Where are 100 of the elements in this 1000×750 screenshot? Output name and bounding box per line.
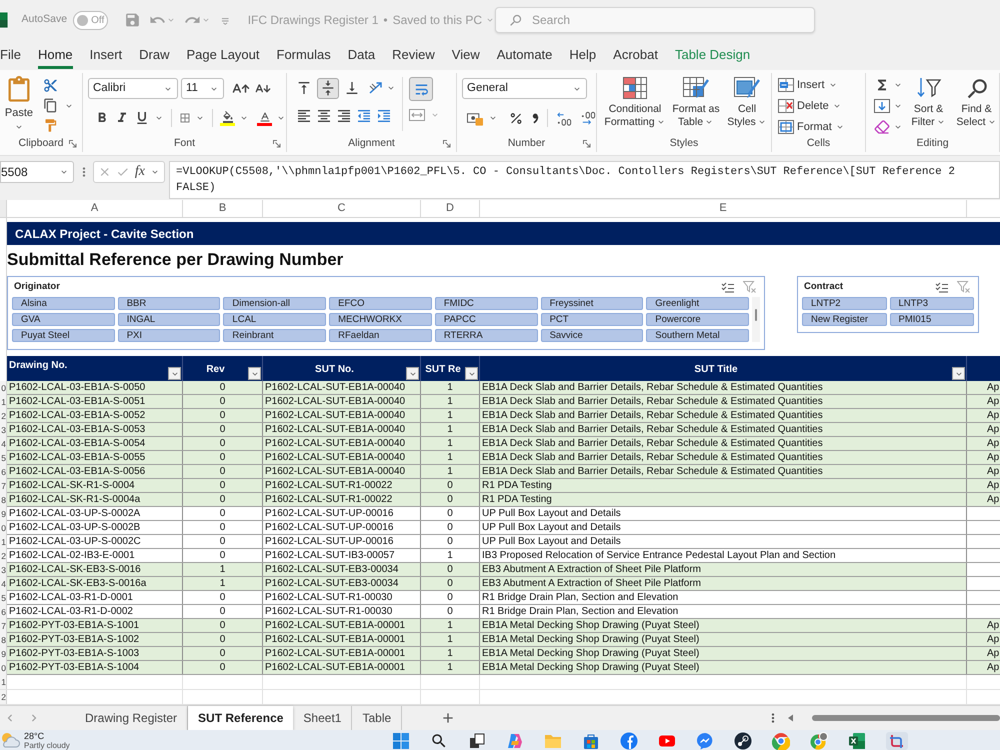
slicer-scrollbar[interactable] [752,297,760,342]
menu-tab[interactable]: Help [569,43,596,69]
filter-dropdown-button[interactable] [465,367,478,380]
dialog-launcher-icon[interactable] [69,140,78,148]
fill-color-icon[interactable] [220,110,235,126]
snipping-tool-icon[interactable] [886,732,908,750]
chat-bubble-icon[interactable] [696,732,714,750]
clear-filter-icon[interactable] [743,281,756,293]
slicer-item[interactable]: LNTP3 [890,297,974,310]
circle-logo-icon[interactable] [620,732,638,750]
menu-tab[interactable]: Draw [139,43,170,69]
save-icon[interactable] [124,11,142,29]
filter-dropdown-button[interactable] [406,367,419,380]
eraser-icon[interactable] [874,119,890,135]
sheet-tab[interactable]: SUT Reference [188,706,294,730]
slicer-item[interactable]: FMIDC [434,297,538,310]
font-color-icon[interactable] [257,110,272,126]
search-icon[interactable] [430,732,448,750]
dialog-launcher-icon[interactable] [273,140,282,148]
horizontal-scrollbar[interactable] [786,713,1000,723]
slicer-item[interactable]: Alsina [12,297,115,310]
increase-indent-icon[interactable] [376,108,392,124]
menu-tab[interactable]: Automate [496,43,552,69]
slicer-item[interactable]: PMI015 [890,313,974,326]
menu-tab[interactable]: Page Layout [186,43,260,69]
align-left-icon[interactable] [296,108,312,124]
paste-button[interactable]: Paste [3,75,35,133]
menu-tab[interactable]: File [0,43,21,69]
align-center-icon[interactable] [316,108,332,124]
dialog-launcher-icon[interactable] [583,140,592,148]
spreadsheet-app-icon[interactable] [848,732,866,750]
slicer-item[interactable]: PAPCC [434,313,538,326]
number-format-dropdown[interactable]: General [462,78,587,99]
search-field[interactable]: Search [495,7,815,33]
format-as-table-button[interactable]: Format as Table [669,77,723,129]
sort-filter-button[interactable]: Sort & Filter [908,76,950,135]
menu-tab[interactable]: Data [348,43,376,69]
slicer-item[interactable]: RTERRA [434,329,538,342]
slicer-item[interactable]: PXI [118,329,220,342]
disc-logo-icon[interactable] [734,732,752,750]
comma-style-icon[interactable] [532,112,539,124]
dialog-launcher-icon[interactable] [443,140,452,148]
slicer-item[interactable]: EFCO [329,297,432,310]
clear-filter-icon[interactable] [957,281,970,293]
slicer-item[interactable]: Freyssinet [540,297,644,310]
slicer-item[interactable]: Dimension-all [223,297,326,310]
swirl-logo-icon[interactable] [506,732,524,750]
browser-icon[interactable] [772,732,790,750]
decrease-indent-icon[interactable] [356,108,372,124]
slicer-item[interactable]: Southern Metal [646,329,749,342]
cancel-icon[interactable] [98,165,112,179]
slicer-item[interactable]: LCAL [223,313,326,326]
menu-tab[interactable]: Insert [90,43,122,69]
align-middle-button[interactable] [317,78,339,98]
font-name-dropdown[interactable]: Calibri [88,78,178,99]
formula-field[interactable]: =VLOOKUP(C5508,'\\phmnla1pfp001\P1602_PFL\5. CO - Consultants\Doc. Contollers Registers\SUT Reference\[SUT Reference 2 FALSE) [169,161,1000,199]
menu-tab[interactable]: Review [392,43,435,69]
decrease-decimal-icon[interactable] [580,110,596,126]
insert-function-button[interactable]: fx [134,164,145,180]
format-painter-icon[interactable] [43,118,58,133]
conditional-formatting-button[interactable]: Conditional Formatting [603,77,667,129]
slicer-item[interactable]: LNTP2 [802,297,886,310]
slicer-item[interactable]: GVA [12,313,115,326]
find-select-button[interactable]: Find & Select [954,76,999,135]
align-right-icon[interactable] [336,108,352,124]
slicer-item[interactable]: PCT [540,313,644,326]
customize-toolbar-icon[interactable] [221,16,230,24]
task-view-icon[interactable] [468,732,486,750]
menu-tab[interactable]: Formulas [276,43,331,69]
insert-cells-button[interactable]: Insert [778,76,865,94]
browser-profile-icon[interactable] [810,732,828,750]
start-icon[interactable] [392,732,410,750]
menu-tab[interactable]: Acrobat [613,43,658,69]
cut-icon[interactable] [43,78,58,93]
slicer-item[interactable]: Savvice [540,329,644,342]
slicer-item[interactable]: Powercore [646,313,749,326]
slicer-item[interactable]: MECHWORKX [329,313,432,326]
multi-select-icon[interactable] [935,282,948,292]
percent-icon[interactable] [509,110,524,126]
slicer-item[interactable]: INGAL [118,313,220,326]
copy-icon[interactable] [43,98,58,113]
slicer-item[interactable]: New Register [802,313,886,326]
format-cells-button[interactable]: Format [778,118,865,136]
slicer-item[interactable]: BBR [118,297,220,310]
increase-decimal-icon[interactable] [556,110,572,126]
cell-styles-button[interactable]: Cell Styles [725,77,769,129]
menu-tab[interactable]: View [452,43,480,69]
wrap-text-button[interactable] [409,77,433,101]
font-size-dropdown[interactable]: 11 [181,78,224,99]
slicer-item[interactable]: Greenlight [646,297,749,310]
accounting-format-icon[interactable] [467,110,484,126]
orientation-icon[interactable] [368,80,384,96]
menu-tab[interactable]: Table Design [674,43,750,69]
filter-dropdown-button[interactable] [168,367,181,380]
slicer-item[interactable]: Reinbrant [223,329,326,342]
multi-select-icon[interactable] [721,282,734,292]
delete-cells-button[interactable]: Delete [778,97,865,115]
fill-down-icon[interactable] [874,98,890,114]
merge-center-icon[interactable] [409,107,425,123]
slicer-item[interactable]: Puyat Steel [12,329,115,342]
